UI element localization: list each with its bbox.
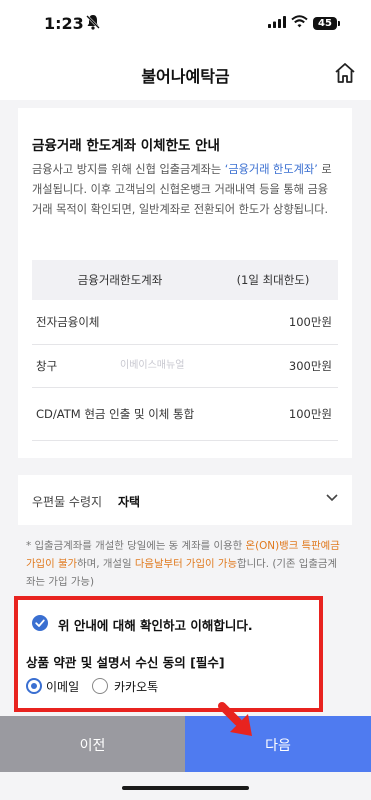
bell-muted-icon — [86, 15, 100, 30]
chevron-down-icon — [326, 494, 338, 502]
notice-text: 금융사고 방지를 위해 신협 입출금계좌는 ‘금융거래 한도계좌’ 로 개설됩니… — [32, 160, 337, 220]
footnote: * 입출금계좌를 개설한 당일에는 동 계좌를 이용한 온(ON)뱅크 특판예금… — [26, 537, 346, 591]
table-row: 창구 300만원 — [32, 345, 338, 388]
limit-table: 금융거래한도계좌 (1일 최대한도) 전자금융이체 100만원 창구 300만원… — [32, 260, 338, 441]
app-header: 불어나예탁금 — [0, 48, 371, 100]
table-cell-limit: 300만원 — [288, 359, 332, 373]
mail-label: 우편물 수령지 — [32, 495, 103, 509]
battery-indicator: 45 — [313, 17, 337, 30]
mail-value: 자택 — [118, 495, 141, 509]
radio-kakao[interactable] — [92, 678, 108, 694]
footnote-part1: * 입출금계좌를 개설한 당일에는 동 계좌를 이용한 — [26, 540, 246, 552]
table-header: 금융거래한도계좌 (1일 최대한도) — [32, 260, 338, 300]
check-icon — [35, 619, 45, 627]
prev-button[interactable]: 이전 — [0, 716, 185, 772]
radio-kakao-label[interactable]: 카카오톡 — [114, 678, 158, 695]
table-header-limit: (1일 최대한도) — [236, 273, 310, 287]
wifi-icon — [291, 15, 308, 28]
table-cell-type: CD/ATM 현금 인출 및 이체 통합 — [36, 407, 195, 421]
home-indicator — [122, 786, 249, 790]
page-title: 불어나예탁금 — [141, 67, 230, 86]
status-bar: 1:23 45 — [0, 0, 371, 48]
confirm-checkbox[interactable] — [32, 615, 48, 631]
confirm-label[interactable]: 위 안내에 대해 확인하고 이해합니다. — [58, 615, 253, 634]
mail-address-select[interactable]: 우편물 수령지 자택 — [18, 475, 352, 525]
notice-text-highlight: ‘금융거래 한도계좌’ — [224, 163, 318, 176]
notice-text-before: 금융사고 방지를 위해 신협 입출금계좌는 — [32, 163, 225, 176]
table-cell-type: 전자금융이체 — [36, 315, 100, 329]
table-header-account: 금융거래한도계좌 — [77, 273, 163, 287]
battery-tip — [338, 21, 340, 26]
home-icon[interactable] — [334, 62, 356, 84]
table-row: 전자금융이체 100만원 — [32, 300, 338, 345]
next-button[interactable]: 다음 — [185, 716, 371, 772]
footnote-part4: 다음날부터 가입이 가능 — [134, 558, 238, 570]
table-cell-limit: 100만원 — [288, 407, 332, 421]
watermark: 이베이스매뉴얼 — [120, 360, 185, 371]
notice-title: 금융거래 한도계좌 이체한도 안내 — [32, 138, 220, 154]
cellular-signal-icon — [268, 16, 286, 28]
consent-title: 상품 약관 및 설명서 수신 동의 [필수] — [26, 655, 225, 670]
status-time: 1:23 — [44, 14, 84, 33]
arrow-pointer-icon — [218, 702, 252, 736]
notice-card: 금융거래 한도계좌 이체한도 안내 금융사고 방지를 위해 신협 입출금계좌는 … — [18, 108, 352, 458]
footnote-part3: 하며, 개설일 — [77, 558, 135, 570]
table-row: CD/ATM 현금 인출 및 이체 통합 100만원 — [32, 388, 338, 441]
agreement-box: 위 안내에 대해 확인하고 이해합니다. 상품 약관 및 설명서 수신 동의 [… — [14, 596, 323, 712]
radio-email-label[interactable]: 이메일 — [46, 678, 79, 695]
table-cell-limit: 100만원 — [288, 315, 332, 329]
radio-email[interactable] — [26, 678, 42, 694]
